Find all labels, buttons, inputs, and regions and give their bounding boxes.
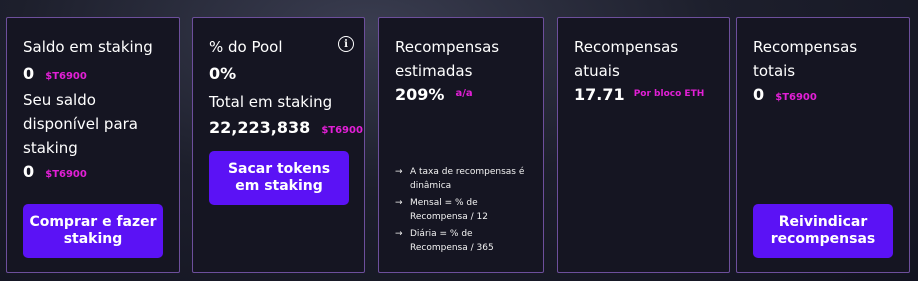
total-staked-value: 22,223,838 <box>209 118 311 137</box>
estimated-rewards-row: 209% a/a <box>395 85 473 104</box>
estimated-rewards-value: 209% <box>395 85 445 104</box>
current-rewards-card: Recompensas atuais 17.71 Por bloco ETH <box>557 17 730 273</box>
total-rewards-unit: $T6900 <box>775 92 817 103</box>
current-rewards-row: 17.71 Por bloco ETH <box>574 85 704 104</box>
staked-balance-card: Saldo em staking 0 $T6900 Seu saldo disp… <box>6 17 180 273</box>
total-staked-label: Total em staking <box>209 93 333 111</box>
claim-rewards-button[interactable]: Reivindicar recompensas <box>753 204 893 258</box>
arrow-right-icon: → <box>395 229 403 239</box>
arrow-right-icon: → <box>395 167 403 177</box>
total-staked-unit: $T6900 <box>321 125 363 136</box>
reward-note-text: A taxa de recompensas é dinâmica <box>410 167 525 191</box>
current-rewards-title: Recompensas atuais <box>574 38 679 80</box>
reward-note-text: Mensal = % de Recompensa / 12 <box>410 198 488 222</box>
staked-balance-row: 0 $T6900 <box>23 64 87 83</box>
available-balance-unit: $T6900 <box>45 169 87 180</box>
pool-share-card: % do Pool i 0% Total em staking 22,223,8… <box>192 17 365 273</box>
estimated-rewards-unit: a/a <box>455 88 473 99</box>
buy-and-stake-button[interactable]: Comprar e fazer staking <box>23 204 163 258</box>
arrow-right-icon: → <box>395 198 403 208</box>
reward-note-item: → A taxa de recompensas é dinâmica <box>395 166 550 193</box>
reward-note-item: → Mensal = % de Recompensa / 12 <box>395 197 510 224</box>
available-balance-label: Seu saldo disponível para staking <box>23 91 138 157</box>
available-balance-row: 0 $T6900 <box>23 162 87 181</box>
current-rewards-unit: Por bloco ETH <box>633 89 705 99</box>
total-staked-row: 22,223,838 $T6900 <box>209 118 363 137</box>
current-rewards-value: 17.71 <box>574 85 625 104</box>
staked-balance-unit: $T6900 <box>45 71 87 82</box>
estimated-rewards-card: Recompensas estimadas 209% a/a → A taxa … <box>378 17 544 273</box>
available-balance-value: 0 <box>23 162 35 181</box>
staked-balance-value: 0 <box>23 64 35 83</box>
estimated-rewards-title: Recompensas estimadas <box>395 38 500 80</box>
pool-share-title: % do Pool <box>209 38 283 56</box>
withdraw-staked-button[interactable]: Sacar tokens em staking <box>209 151 349 205</box>
total-rewards-title: Recompensas totais <box>753 38 858 80</box>
pool-share-value: 0% <box>209 64 237 83</box>
total-rewards-row: 0 $T6900 <box>753 85 817 104</box>
info-icon[interactable]: i <box>338 36 354 52</box>
total-rewards-value: 0 <box>753 85 765 104</box>
reward-note-text: Diária = % de Recompensa / 365 <box>410 229 494 253</box>
reward-note-item: → Diária = % de Recompensa / 365 <box>395 228 520 255</box>
staked-balance-title: Saldo em staking <box>23 38 153 56</box>
total-rewards-card: Recompensas totais 0 $T6900 Reivindicar … <box>736 17 910 273</box>
